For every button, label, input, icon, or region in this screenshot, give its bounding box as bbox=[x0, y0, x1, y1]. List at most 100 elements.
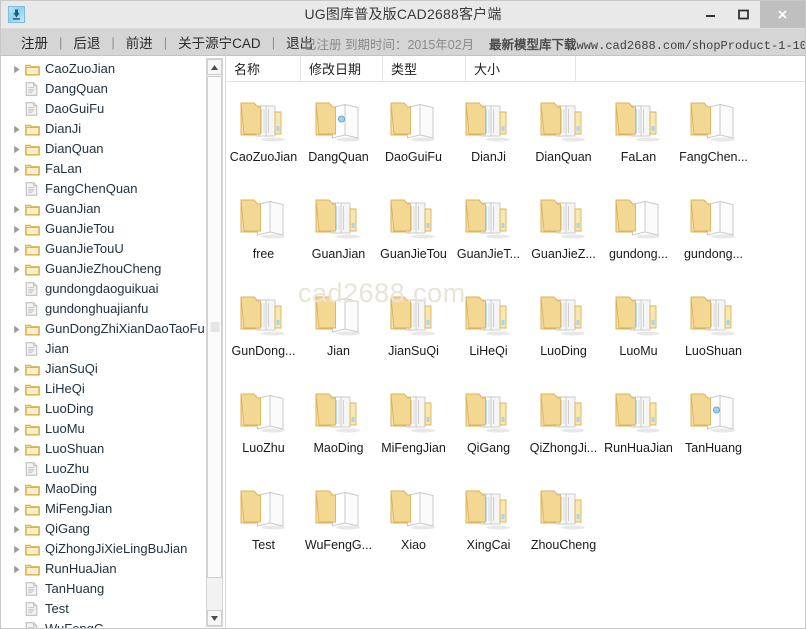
menu-item-forward[interactable]: 前进 bbox=[124, 32, 155, 52]
expand-arrow-icon[interactable] bbox=[9, 145, 25, 154]
column-header-extra[interactable] bbox=[576, 56, 805, 81]
file-item-free[interactable]: free bbox=[226, 189, 301, 286]
file-item-guanjiez-[interactable]: GuanJieZ... bbox=[526, 189, 601, 286]
expand-arrow-icon[interactable] bbox=[9, 565, 25, 574]
expand-arrow-icon[interactable] bbox=[9, 325, 25, 334]
file-item-gundong-[interactable]: gundong... bbox=[676, 189, 751, 286]
tree-item-dangquan[interactable]: DangQuan bbox=[1, 79, 206, 99]
tree-item-guanjietouu[interactable]: GuanJieTouU bbox=[1, 239, 206, 259]
column-header-size[interactable]: 大小 bbox=[466, 56, 576, 81]
file-item-jian[interactable]: Jian bbox=[301, 286, 376, 383]
tree-item-wufengg-[interactable]: WuFengG... bbox=[1, 619, 206, 628]
file-item-test[interactable]: Test bbox=[226, 480, 301, 577]
expand-arrow-icon[interactable] bbox=[9, 165, 25, 174]
file-item-daoguifu[interactable]: DaoGuiFu bbox=[376, 92, 451, 189]
expand-arrow-icon[interactable] bbox=[9, 485, 25, 494]
tree-item-jian[interactable]: Jian bbox=[1, 339, 206, 359]
tree-item-runhuajian[interactable]: RunHuaJian bbox=[1, 559, 206, 579]
menu-item-back[interactable]: 后退 bbox=[71, 32, 102, 52]
menu-item-register[interactable]: 注册 bbox=[19, 32, 50, 52]
file-item-xingcai[interactable]: XingCai bbox=[451, 480, 526, 577]
tree-item-maoding[interactable]: MaoDing bbox=[1, 479, 206, 499]
tree-item-gundonghuajianfu[interactable]: gundonghuajianfu bbox=[1, 299, 206, 319]
file-item-dangquan[interactable]: DangQuan bbox=[301, 92, 376, 189]
tree-item-luoding[interactable]: LuoDing bbox=[1, 399, 206, 419]
tree-item-guanjietou[interactable]: GuanJieTou bbox=[1, 219, 206, 239]
expand-arrow-icon[interactable] bbox=[9, 225, 25, 234]
tree-item-dianquan[interactable]: DianQuan bbox=[1, 139, 206, 159]
column-header-date[interactable]: 修改日期 bbox=[301, 56, 383, 81]
promo-banner[interactable]: 最新模型库下载www.cad2688.com/shopProduct-1-10-… bbox=[489, 34, 805, 53]
column-header-type[interactable]: 类型 bbox=[383, 56, 466, 81]
file-item-luoding[interactable]: LuoDing bbox=[526, 286, 601, 383]
close-button[interactable] bbox=[760, 1, 805, 28]
expand-arrow-icon[interactable] bbox=[9, 65, 25, 74]
file-item-guanjiet-[interactable]: GuanJieT... bbox=[451, 189, 526, 286]
file-item-luozhu[interactable]: LuoZhu bbox=[226, 383, 301, 480]
tree-item-gundongdaoguikuai[interactable]: gundongdaoguikuai bbox=[1, 279, 206, 299]
maximize-button[interactable] bbox=[727, 1, 760, 28]
tree-item-luozhu[interactable]: LuoZhu bbox=[1, 459, 206, 479]
file-item-xiao[interactable]: Xiao bbox=[376, 480, 451, 577]
file-item-fangchen-[interactable]: FangChen... bbox=[676, 92, 751, 189]
tree-item-dianji[interactable]: DianJi bbox=[1, 119, 206, 139]
tree-item-caozuojian[interactable]: CaoZuoJian bbox=[1, 59, 206, 79]
tree-item-guanjiezhoucheng[interactable]: GuanJieZhouCheng bbox=[1, 259, 206, 279]
scroll-down-icon[interactable] bbox=[207, 610, 222, 626]
file-item-guanjian[interactable]: GuanJian bbox=[301, 189, 376, 286]
file-item-jiansuqi[interactable]: JianSuQi bbox=[376, 286, 451, 383]
file-item-caozuojian[interactable]: CaoZuoJian bbox=[226, 92, 301, 189]
file-item-gundong-[interactable]: gundong... bbox=[601, 189, 676, 286]
file-item-falan[interactable]: FaLan bbox=[601, 92, 676, 189]
file-item-zhoucheng[interactable]: ZhouCheng bbox=[526, 480, 601, 577]
file-item-maoding[interactable]: MaoDing bbox=[301, 383, 376, 480]
file-item-luomu[interactable]: LuoMu bbox=[601, 286, 676, 383]
tree-item-luomu[interactable]: LuoMu bbox=[1, 419, 206, 439]
expand-arrow-icon[interactable] bbox=[9, 245, 25, 254]
expand-arrow-icon[interactable] bbox=[9, 525, 25, 534]
file-item-wufengg-[interactable]: WuFengG... bbox=[301, 480, 376, 577]
file-item-luoshuan[interactable]: LuoShuan bbox=[676, 286, 751, 383]
tree-item-mifengjian[interactable]: MiFengJian bbox=[1, 499, 206, 519]
tree-scrollbar-thumb[interactable] bbox=[207, 76, 222, 578]
expand-arrow-icon[interactable] bbox=[9, 445, 25, 454]
menu-item-about[interactable]: 关于源宁CAD bbox=[176, 32, 263, 52]
expand-arrow-icon[interactable] bbox=[9, 125, 25, 134]
tree-item-liheqi[interactable]: LiHeQi bbox=[1, 379, 206, 399]
file-item-liheqi[interactable]: LiHeQi bbox=[451, 286, 526, 383]
minimize-button[interactable] bbox=[694, 1, 727, 28]
tree-item-qigang[interactable]: QiGang bbox=[1, 519, 206, 539]
file-item-dianji[interactable]: DianJi bbox=[451, 92, 526, 189]
tree-item-jiansuqi[interactable]: JianSuQi bbox=[1, 359, 206, 379]
scroll-up-icon[interactable] bbox=[207, 59, 222, 75]
file-item-qigang[interactable]: QiGang bbox=[451, 383, 526, 480]
file-item-mifengjian[interactable]: MiFengJian bbox=[376, 383, 451, 480]
file-item-label: LiHeQi bbox=[469, 344, 508, 358]
file-item-dianquan[interactable]: DianQuan bbox=[526, 92, 601, 189]
expand-arrow-icon[interactable] bbox=[9, 385, 25, 394]
file-item-runhuajian[interactable]: RunHuaJian bbox=[601, 383, 676, 480]
expand-arrow-icon[interactable] bbox=[9, 545, 25, 554]
expand-arrow-icon[interactable] bbox=[9, 425, 25, 434]
file-item-tanhuang[interactable]: TanHuang bbox=[676, 383, 751, 480]
promo-url[interactable]: www.cad2688.com/shopProduct-1-10-95.html bbox=[577, 39, 805, 53]
tree-item-qizhongjixielingbujian[interactable]: QiZhongJiXieLingBuJian bbox=[1, 539, 206, 559]
tree-item-test[interactable]: Test bbox=[1, 599, 206, 619]
expand-arrow-icon[interactable] bbox=[9, 505, 25, 514]
tree-item-falan[interactable]: FaLan bbox=[1, 159, 206, 179]
expand-arrow-icon[interactable] bbox=[9, 405, 25, 414]
tree-item-gundongzhixiandaotaofu[interactable]: GunDongZhiXianDaoTaoFu bbox=[1, 319, 206, 339]
expand-arrow-icon[interactable] bbox=[9, 365, 25, 374]
tree-item-guanjian[interactable]: GuanJian bbox=[1, 199, 206, 219]
column-header-name[interactable]: 名称 bbox=[226, 56, 301, 81]
file-item-guanjietou[interactable]: GuanJieTou bbox=[376, 189, 451, 286]
file-item-gundong-[interactable]: GunDong... bbox=[226, 286, 301, 383]
tree-item-fangchenquan[interactable]: FangChenQuan bbox=[1, 179, 206, 199]
file-item-qizhongji-[interactable]: QiZhongJi... bbox=[526, 383, 601, 480]
expand-arrow-icon[interactable] bbox=[9, 205, 25, 214]
tree-item-tanhuang[interactable]: TanHuang bbox=[1, 579, 206, 599]
expand-arrow-icon[interactable] bbox=[9, 265, 25, 274]
tree-item-luoshuan[interactable]: LuoShuan bbox=[1, 439, 206, 459]
tree-scrollbar[interactable] bbox=[206, 58, 223, 627]
tree-item-daoguifu[interactable]: DaoGuiFu bbox=[1, 99, 206, 119]
